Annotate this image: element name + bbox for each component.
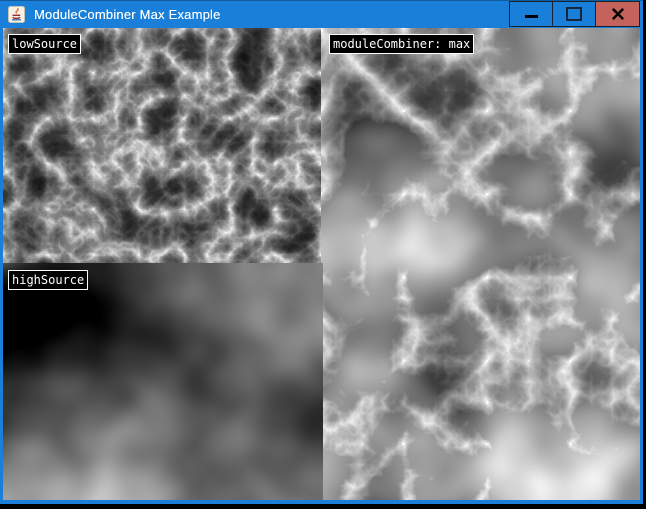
java-coffee-cup-icon[interactable] bbox=[8, 6, 25, 23]
render-area: lowSource bbox=[3, 28, 640, 500]
lowsource-noise-texture bbox=[3, 28, 321, 263]
maximize-button[interactable] bbox=[552, 1, 596, 27]
modulecombiner-max-noise-texture bbox=[321, 28, 640, 500]
window-controls bbox=[510, 1, 640, 27]
highsource-noise-texture bbox=[3, 263, 323, 500]
close-button[interactable] bbox=[595, 1, 640, 27]
lowsource-label: lowSource bbox=[8, 34, 81, 54]
highsource-label: highSource bbox=[8, 270, 88, 290]
window-title: ModuleCombiner Max Example bbox=[34, 7, 221, 22]
java-coffee-cup-glyph bbox=[8, 6, 25, 23]
minimize-button[interactable] bbox=[509, 1, 553, 27]
maximize-icon bbox=[566, 7, 582, 21]
app-window: ModuleCombiner Max Example bbox=[0, 0, 643, 504]
title-bar[interactable]: ModuleCombiner Max Example bbox=[0, 0, 643, 28]
minimize-icon bbox=[525, 15, 538, 18]
panel-highsource: highSource bbox=[3, 263, 323, 500]
modulecombiner-max-label: moduleCombiner: max bbox=[329, 34, 474, 54]
panel-modulecombiner-max: moduleCombiner: max bbox=[321, 28, 640, 500]
panel-lowsource: lowSource bbox=[3, 28, 321, 263]
close-icon bbox=[612, 8, 624, 20]
